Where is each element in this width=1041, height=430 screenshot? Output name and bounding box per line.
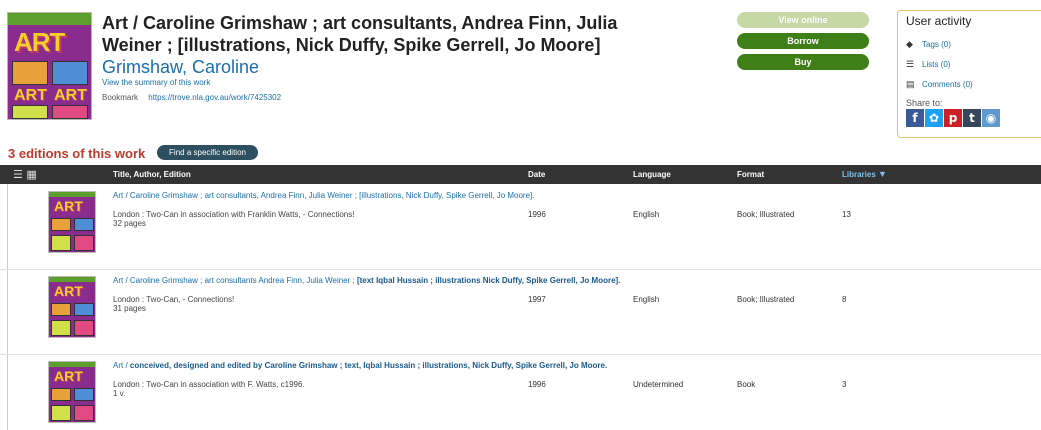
user-activity-heading: User activity (906, 14, 972, 28)
edition-publisher: London : Two-Can in association with F. … (113, 380, 305, 389)
share-label: Share to: (906, 98, 943, 108)
edition-cover-image: ART (48, 276, 96, 338)
tags-label: Tags (0) (922, 39, 951, 49)
edition-publisher: London : Two-Can, - Connections! (113, 295, 235, 304)
editions-table-header: ☰ ▦ Title, Author, Edition Date Language… (0, 165, 1041, 184)
edition-extent: 1 v. (113, 389, 126, 398)
column-format[interactable]: Format (737, 165, 764, 184)
cover-art-text-small: ART (54, 87, 87, 104)
edition-title-bold: conceived, designed and edited by Caroli… (129, 361, 608, 370)
edition-format: Book; Illustrated (737, 295, 795, 304)
twitter-icon[interactable]: ✿ (925, 109, 943, 127)
edition-language: Undetermined (633, 380, 684, 389)
edition-publisher: London : Two-Can in association with Fra… (113, 210, 355, 219)
edition-language: English (633, 210, 660, 219)
thumb-art-text: ART (54, 283, 83, 299)
sort-down-icon: ▼ (878, 169, 887, 179)
edition-format: Book (737, 380, 756, 389)
view-online-button[interactable]: View online (737, 12, 869, 28)
facebook-icon[interactable]: f (906, 109, 924, 127)
list-icon: ☰ (906, 58, 915, 69)
column-libraries[interactable]: Libraries ▼ (842, 165, 887, 184)
tag-icon: ◆ (906, 38, 913, 49)
find-edition-button[interactable]: Find a specific edition (157, 145, 258, 160)
buy-button[interactable]: Buy (737, 54, 869, 70)
share-icons: f ✿ p t ◉ (906, 109, 1036, 127)
column-date[interactable]: Date (528, 165, 545, 184)
thumb-art-text: ART (54, 368, 83, 384)
edition-libraries[interactable]: 3 (842, 380, 846, 389)
edition-libraries[interactable]: 13 (842, 210, 851, 219)
cover-art-text: ART (14, 27, 65, 57)
edition-extent: 32 pages (113, 219, 146, 228)
edition-extent: 31 pages (113, 304, 146, 313)
borrow-button[interactable]: Borrow (737, 33, 869, 49)
tumblr-icon[interactable]: t (963, 109, 981, 127)
edition-date: 1996 (528, 210, 546, 219)
comments-label: Comments (0) (922, 79, 973, 89)
author-link[interactable]: Grimshaw, Caroline (102, 57, 259, 78)
lists-link[interactable]: ☰ Lists (0) (906, 54, 1036, 74)
edition-row[interactable]: ART Art / Caroline Grimshaw ; art consul… (0, 185, 1041, 270)
edition-title: Art / Caroline Grimshaw ; art consultant… (113, 276, 357, 285)
edition-cover-image: ART (48, 361, 96, 423)
edition-title-bold: [text Iqbal Hussain ; illustrations Nick… (356, 276, 621, 285)
bookmark-label: Bookmark (102, 93, 139, 102)
reddit-icon[interactable]: ◉ (982, 109, 1000, 127)
comment-icon: ▤ (906, 78, 915, 89)
work-cover-image: ART ART ART (7, 12, 92, 120)
edition-title-link[interactable]: Art / Caroline Grimshaw ; art consultant… (113, 276, 753, 285)
edition-row[interactable]: ART Art / conceived, designed and edited… (0, 355, 1041, 430)
pinterest-icon[interactable]: p (944, 109, 962, 127)
comments-link[interactable]: ▤ Comments (0) (906, 74, 1036, 94)
work-title: Art / Caroline Grimshaw ; art consultant… (102, 13, 618, 55)
tags-link[interactable]: ◆ Tags (0) (906, 34, 1036, 54)
edition-format: Book; Illustrated (737, 210, 795, 219)
lists-label: Lists (0) (922, 59, 951, 69)
edition-title-link[interactable]: Art / Caroline Grimshaw ; art consultant… (113, 191, 753, 200)
bookmark: Bookmark https://trove.nla.gov.au/work/7… (102, 93, 281, 102)
cover-art-text-small: ART (14, 87, 47, 104)
edition-language: English (633, 295, 660, 304)
edition-title-link[interactable]: Art / conceived, designed and edited by … (113, 361, 753, 370)
edition-libraries[interactable]: 8 (842, 295, 846, 304)
bookmark-url[interactable]: https://trove.nla.gov.au/work/7425302 (148, 93, 281, 102)
edition-date: 1996 (528, 380, 546, 389)
column-title[interactable]: Title, Author, Edition (113, 165, 191, 184)
thumb-art-text: ART (54, 198, 83, 214)
edition-title: Art / (113, 361, 130, 370)
view-toggle-icons[interactable]: ☰ ▦ (13, 165, 37, 184)
edition-title: Art / Caroline Grimshaw ; art consultant… (113, 191, 535, 200)
column-libraries-label: Libraries (842, 170, 876, 179)
user-activity-panel: User activity ◆ Tags (0) ☰ Lists (0) ▤ C… (897, 10, 1041, 138)
edition-date: 1997 (528, 295, 546, 304)
column-language[interactable]: Language (633, 165, 671, 184)
editions-heading: 3 editions of this work (8, 146, 146, 161)
edition-row[interactable]: ART Art / Caroline Grimshaw ; art consul… (0, 270, 1041, 355)
view-summary-link[interactable]: View the summary of this work (102, 78, 210, 87)
edition-cover-image: ART (48, 191, 96, 253)
